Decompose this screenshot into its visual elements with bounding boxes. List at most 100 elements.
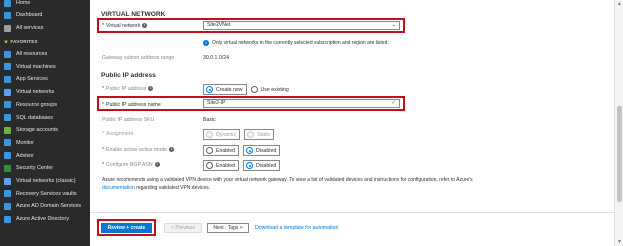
sidebar-item-resource-groups[interactable]: Resource groups xyxy=(0,99,90,111)
assignment-label: * Assignment xyxy=(102,131,133,137)
sidebar-icon xyxy=(4,202,11,210)
gateway-subnet-label: Gateway subnet address range xyxy=(102,55,175,61)
public-ip-section-title: Public IP address xyxy=(101,72,156,79)
radio-dot xyxy=(206,86,213,93)
info-circle-icon: i xyxy=(203,40,209,46)
radio-dot xyxy=(206,131,213,138)
sidebar-item-label: Advisor xyxy=(16,152,34,159)
favorites-section-label: ★ FAVORITES xyxy=(4,39,38,45)
radio-use-existing[interactable]: Use existing xyxy=(250,86,289,93)
sidebar-item-storage-accounts[interactable]: Storage accounts xyxy=(0,124,90,136)
review-create-button[interactable]: Review + create xyxy=(101,223,152,233)
sidebar-icon xyxy=(4,114,11,121)
bgp-asn-label-text: Configure BGP ASN xyxy=(106,162,153,168)
info-icon[interactable]: i xyxy=(154,162,160,168)
radio-disabled-label: Disabled xyxy=(256,147,277,154)
sidebar-item-azure-ad-domain-services[interactable]: Azure AD Domain Services xyxy=(0,200,90,212)
public-ip-sku-value: Basic xyxy=(203,117,216,123)
favorites-label-text: FAVORITES xyxy=(10,39,38,44)
sidebar-item-label: Storage accounts xyxy=(16,127,58,134)
public-ip-radio-group: Create new Use existing xyxy=(203,84,299,95)
radio-dot xyxy=(206,162,213,169)
sidebar-item-virtual-networks-classic[interactable]: Virtual networks (classic) xyxy=(0,175,90,187)
sidebar-item-sql-databases[interactable]: SQL databases xyxy=(0,112,90,124)
documentation-link[interactable]: documentation xyxy=(102,185,135,191)
info-icon[interactable]: i xyxy=(148,86,154,92)
radio-disabled-label: Disabled xyxy=(256,162,277,169)
sidebar-icon xyxy=(4,88,11,96)
sidebar-icon xyxy=(4,24,11,32)
vnet-info-note-text: Only virtual networks in the currently s… xyxy=(212,40,389,46)
active-active-radio-group: Enabled Disabled xyxy=(203,145,284,156)
assignment-radio-group: Dynamic Static xyxy=(203,129,278,140)
sidebar-item-label: App Services xyxy=(16,76,48,83)
radio-create-new-label: Create new xyxy=(216,86,243,93)
scrollbar-thumb[interactable] xyxy=(617,106,622,202)
sidebar-icon xyxy=(4,0,11,7)
radio-dynamic: Dynamic xyxy=(203,129,241,140)
radio-static-label: Static xyxy=(257,131,271,138)
sidebar-item-virtual-networks[interactable]: Virtual networks xyxy=(0,86,90,98)
bgp-radio-group: Enabled Disabled xyxy=(203,160,284,171)
required-marker: * xyxy=(102,86,105,92)
previous-button[interactable]: < Previous xyxy=(164,223,202,233)
radio-dot xyxy=(250,86,258,93)
sidebar-item-recovery-services-vaults[interactable]: Recovery Services vaults xyxy=(0,188,90,200)
info-icon[interactable]: i xyxy=(168,147,174,153)
sidebar-item-virtual-machines[interactable]: Virtual machines xyxy=(0,61,90,73)
sidebar-icon xyxy=(4,63,11,71)
radio-active-active-enabled[interactable]: Enabled xyxy=(203,145,240,156)
sidebar-icon xyxy=(4,177,11,185)
sidebar-item-advisor[interactable]: Advisor xyxy=(0,150,90,162)
bgp-asn-label: * Configure BGP ASN i xyxy=(102,162,160,168)
virtual-network-section-title: VIRTUAL NETWORK xyxy=(101,11,166,18)
sidebar-icon xyxy=(4,215,11,223)
vpn-device-paragraph-text: Azure recommends using a validated VPN d… xyxy=(102,177,473,183)
scroll-up-arrow-icon[interactable]: ▲ xyxy=(615,0,623,8)
sidebar-icon xyxy=(4,190,11,198)
vpn-device-paragraph-tail: regarding validated VPN devices. xyxy=(136,184,211,191)
sidebar-item-all-resources[interactable]: All resources xyxy=(0,48,90,60)
vertical-scrollbar[interactable]: ▲ ▼ xyxy=(614,0,623,246)
sidebar-item-azure-active-directory[interactable]: Azure Active Directory xyxy=(0,213,90,225)
radio-active-active-disabled[interactable]: Disabled xyxy=(243,145,281,156)
radio-bgp-disabled[interactable]: Disabled xyxy=(243,160,281,171)
radio-enabled-label: Enabled xyxy=(216,147,236,154)
public-ip-sku-label: Public IP address SKU xyxy=(102,117,155,123)
radio-create-new[interactable]: Create new xyxy=(203,84,247,95)
sidebar-icon xyxy=(4,11,11,19)
active-active-label: * Enable active-active mode i xyxy=(102,147,174,153)
next-tags-button[interactable]: Next : Tags > xyxy=(207,223,249,233)
sidebar-item-label: All services xyxy=(16,25,44,31)
public-ip-address-label: * Public IP address i xyxy=(102,86,154,92)
radio-dynamic-label: Dynamic xyxy=(216,131,237,138)
gateway-subnet-value: 30.0.1.0/24 xyxy=(203,55,229,61)
vnet-info-note: i Only virtual networks in the currently… xyxy=(203,40,389,46)
sidebar-item-monitor[interactable]: Monitor xyxy=(0,137,90,149)
sidebar-item-home[interactable]: Home xyxy=(0,0,90,9)
assignment-label-text: Assignment xyxy=(106,131,134,137)
scroll-down-arrow-icon[interactable]: ▼ xyxy=(615,238,623,246)
sidebar-item-label: All resources xyxy=(16,51,48,57)
sidebar-icon xyxy=(4,164,11,172)
sidebar-item-security-center[interactable]: Security Center xyxy=(0,162,90,174)
active-active-label-text: Enable active-active mode xyxy=(106,147,167,153)
sidebar-icon xyxy=(4,101,11,109)
sidebar-item-label: Virtual networks xyxy=(16,89,55,96)
required-marker: * xyxy=(102,147,105,153)
sidebar-item-app-services[interactable]: App Services xyxy=(0,73,90,85)
sidebar-item-all-services[interactable]: All services xyxy=(0,22,90,34)
sidebar-item-label: Resource groups xyxy=(16,101,58,108)
radio-use-existing-label: Use existing xyxy=(260,86,289,93)
sidebar-item-label: Azure Active Directory xyxy=(16,216,70,223)
sidebar-item-label: Recovery Services vaults xyxy=(16,190,77,197)
sidebar-item-label: Virtual networks (classic) xyxy=(16,178,76,184)
sidebar-item-dashboard[interactable]: Dashboard xyxy=(0,9,90,21)
download-template-link[interactable]: Download a template for automation xyxy=(255,225,338,231)
radio-bgp-enabled[interactable]: Enabled xyxy=(203,160,240,171)
radio-enabled-label: Enabled xyxy=(216,162,236,169)
sidebar-icon xyxy=(4,126,11,134)
sidebar-item-label: SQL databases xyxy=(16,114,53,121)
sidebar-icon xyxy=(4,50,11,58)
star-icon: ★ xyxy=(4,39,9,44)
